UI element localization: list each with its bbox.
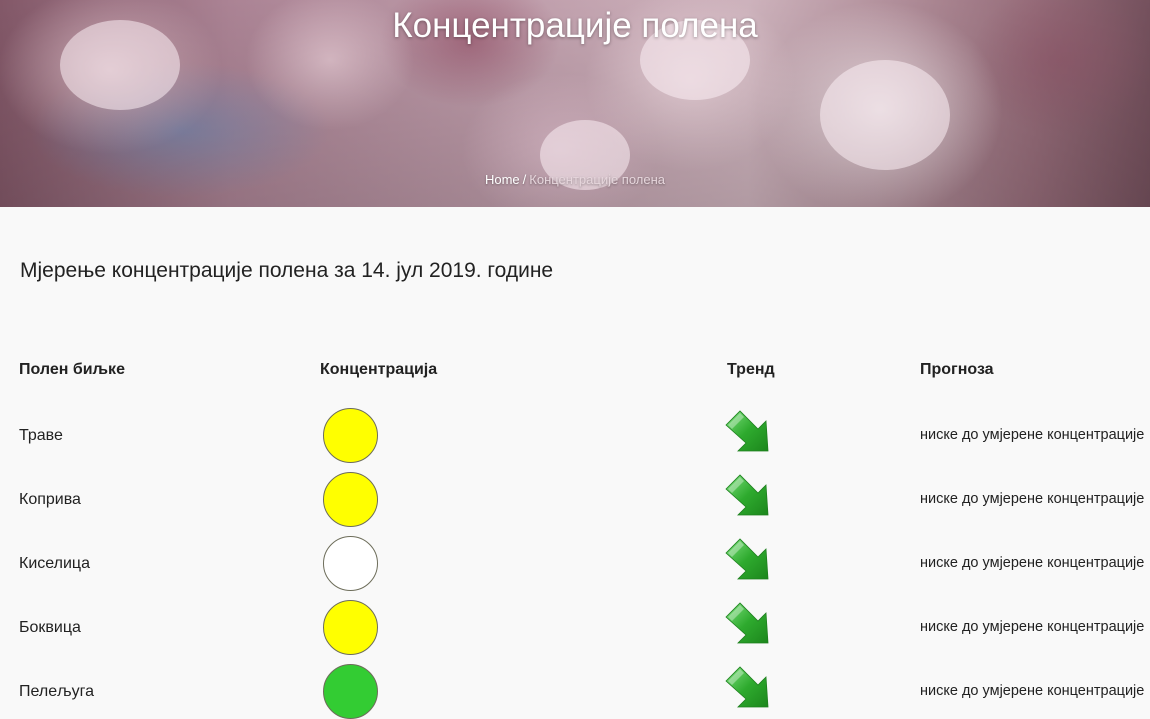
down-arrow-icon (725, 538, 769, 580)
down-arrow-icon (725, 602, 769, 644)
concentration-indicator (323, 664, 378, 719)
breadcrumb: Home / Концентрације полена (0, 172, 1150, 187)
concentration-indicator (323, 536, 378, 591)
down-arrow-icon (725, 474, 769, 516)
column-header-plant: Полен биљке (19, 361, 125, 378)
breadcrumb-separator: / (522, 172, 527, 187)
concentration-indicator (323, 472, 378, 527)
concentration-indicator (323, 408, 378, 463)
column-header-concentration: Концентрација (320, 361, 438, 378)
concentration-indicator (323, 600, 378, 655)
table-row: Пелељуга ниске до умјерене концентрације (0, 0, 1150, 719)
down-arrow-icon (725, 410, 769, 452)
forecast-text: ниске до умјерене концентрације (920, 491, 1145, 507)
blossom-decoration (820, 60, 950, 170)
down-arrow-icon (725, 666, 769, 708)
measurement-heading: Мјерење концентрације полена за 14. јул … (20, 259, 554, 282)
breadcrumb-home-link[interactable]: Home (485, 172, 520, 187)
column-header-trend: Тренд (727, 361, 775, 378)
column-header-forecast: Прогноза (920, 361, 994, 378)
breadcrumb-current: Концентрације полена (529, 172, 666, 187)
forecast-text: ниске до умјерене концентрације (920, 427, 1145, 443)
forecast-text: ниске до умјерене концентрације (920, 555, 1145, 571)
forecast-text: ниске до умјерене концентрације (920, 619, 1145, 635)
